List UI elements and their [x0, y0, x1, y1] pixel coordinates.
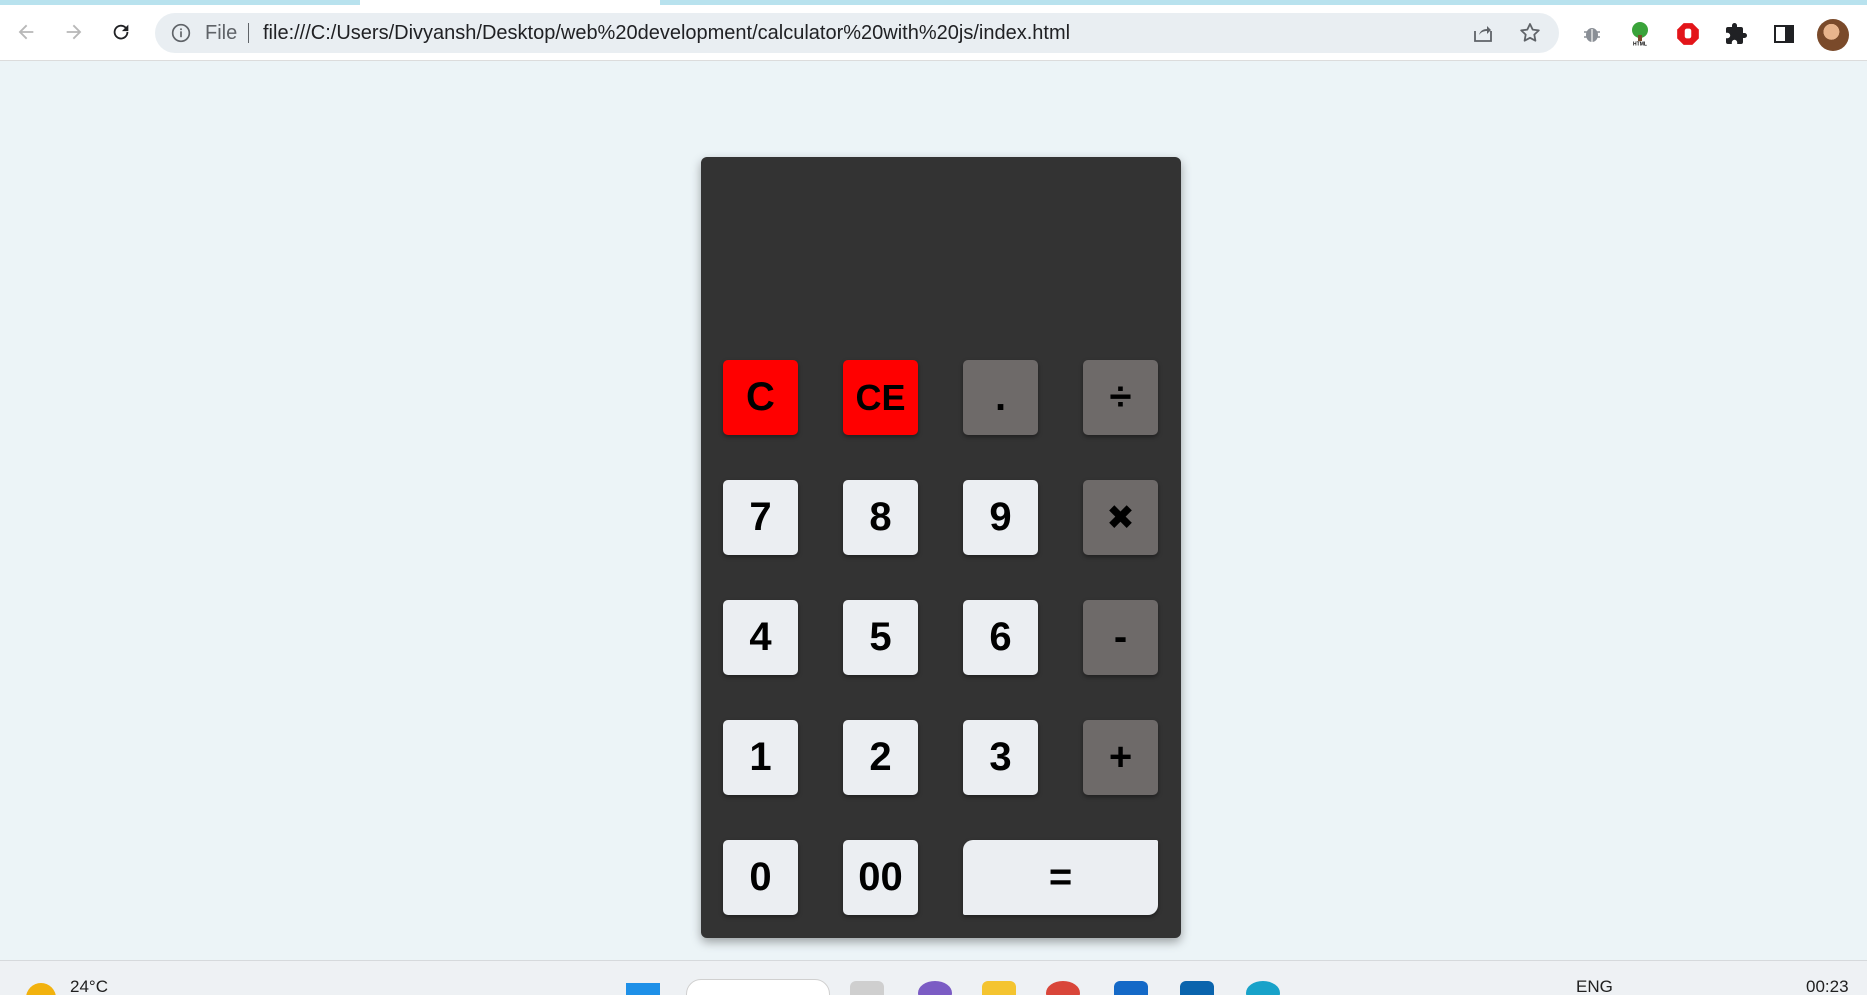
reload-icon [113, 24, 129, 40]
taskbar-search[interactable] [686, 979, 830, 995]
task-view-icon[interactable] [850, 981, 884, 995]
digit-6-button[interactable]: 6 [963, 600, 1038, 675]
divide-button[interactable]: ÷ [1083, 360, 1158, 435]
profile-avatar[interactable] [1817, 19, 1849, 51]
address-scheme-label: File [205, 22, 238, 44]
digit-0-button[interactable]: 0 [723, 840, 798, 915]
calculator-display [723, 171, 1159, 341]
digit-2-button[interactable]: 2 [843, 720, 918, 795]
subtract-button[interactable]: - [1083, 600, 1158, 675]
forward-arrow-icon [66, 24, 82, 40]
address-separator [248, 23, 249, 43]
back-button[interactable] [9, 15, 43, 49]
clear-button[interactable]: C [723, 360, 798, 435]
share-icon[interactable] [1471, 21, 1495, 45]
side-panel-icon[interactable] [1770, 20, 1798, 48]
digit-7-button[interactable]: 7 [723, 480, 798, 555]
digit-3-button[interactable]: 3 [963, 720, 1038, 795]
system-clock[interactable]: 00:23 [1806, 977, 1849, 995]
reload-button[interactable] [104, 15, 138, 49]
html-tree-extension-icon[interactable]: HTML [1626, 20, 1654, 48]
windows-taskbar: 24°C ENG 00:23 [0, 960, 1867, 995]
info-icon[interactable] [171, 23, 191, 43]
forward-button[interactable] [57, 15, 91, 49]
back-arrow-icon [18, 24, 34, 40]
browser-toolbar: File file:///C:/Users/Divyansh/Desktop/w… [0, 5, 1867, 61]
address-bar[interactable]: File file:///C:/Users/Divyansh/Desktop/w… [155, 13, 1559, 53]
multiply-button[interactable]: ✖ [1083, 480, 1158, 555]
star-icon[interactable] [1518, 21, 1542, 45]
weather-icon[interactable] [26, 983, 56, 995]
mail-icon[interactable] [1180, 981, 1214, 995]
chrome-icon[interactable] [1046, 981, 1080, 995]
clear-entry-button[interactable]: CE [843, 360, 918, 435]
puzzle-icon[interactable] [1722, 20, 1750, 48]
digit-5-button[interactable]: 5 [843, 600, 918, 675]
digit-1-button[interactable]: 1 [723, 720, 798, 795]
bug-extension-icon[interactable] [1578, 20, 1606, 48]
teams-icon[interactable] [918, 981, 952, 995]
address-url-text[interactable]: file:///C:/Users/Divyansh/Desktop/web%20… [263, 13, 1070, 53]
equals-button[interactable]: = [963, 840, 1158, 915]
svg-text:HTML: HTML [1633, 42, 1647, 48]
stop-hand-extension-icon[interactable] [1674, 20, 1702, 48]
weather-temperature[interactable]: 24°C [70, 977, 108, 995]
store-icon[interactable] [1114, 981, 1148, 995]
digit-4-button[interactable]: 4 [723, 600, 798, 675]
digit-9-button[interactable]: 9 [963, 480, 1038, 555]
edge-icon[interactable] [1246, 981, 1280, 995]
decimal-button[interactable]: . [963, 360, 1038, 435]
calculator: C CE . ÷ 7 8 9 ✖ 4 5 6 - 1 2 3 + 0 00 = [701, 157, 1181, 938]
double-zero-button[interactable]: 00 [843, 840, 918, 915]
start-button[interactable] [626, 983, 660, 995]
add-button[interactable]: + [1083, 720, 1158, 795]
language-indicator[interactable]: ENG [1576, 977, 1613, 995]
digit-8-button[interactable]: 8 [843, 480, 918, 555]
file-explorer-icon[interactable] [982, 981, 1016, 995]
